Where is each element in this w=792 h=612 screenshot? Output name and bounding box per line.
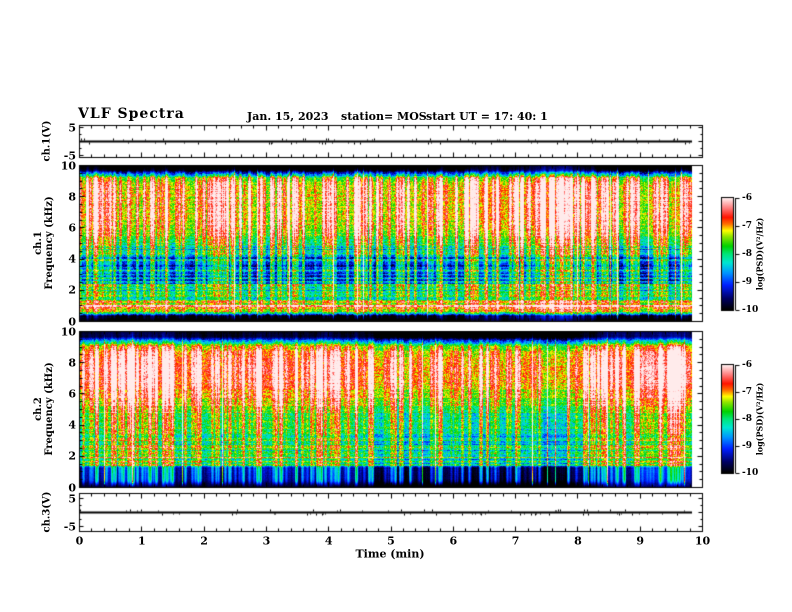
time-tick-label: 5	[387, 534, 395, 548]
colorbar2-tick-label: -10	[742, 468, 759, 478]
time-tick-label: 10	[694, 534, 711, 548]
time-tick-label: 9	[636, 534, 645, 548]
ch2-freq-tick-label: 6	[68, 387, 76, 401]
ch2-axis-label-line2: Frequency (kHz)	[44, 362, 55, 456]
time-tick-label: 8	[574, 534, 582, 548]
time-axis-title: Time (min)	[355, 547, 425, 561]
ch2-frequency-axis-label: ch.2 Frequency (kHz)	[33, 362, 55, 455]
ch1-axis-label-line1: ch.1	[33, 231, 44, 255]
colorbar1-tick-label: -10	[742, 305, 759, 315]
colorbar2-tick-label: -8	[742, 414, 752, 424]
ch2-freq-tick-label: 8	[68, 356, 76, 370]
header-station: station= MOS	[341, 110, 427, 123]
header-start-ut: start UT = 17: 40: 1	[426, 110, 548, 123]
vlf-spectra-figure: VLF Spectra Jan. 15, 2023 station= MOS s…	[0, 0, 792, 612]
time-tick-label: 2	[200, 534, 208, 548]
ch1-axis-label-line2: Frequency (kHz)	[44, 196, 55, 290]
ch2-freq-tick-label: 2	[68, 449, 76, 463]
colorbar1-label: log(PSD)(V²/Hz)	[754, 217, 765, 291]
ch1-volt-tick-label: 5	[68, 121, 76, 134]
ch3-volt-tick-label: 5	[68, 492, 76, 505]
ch2-axis-label-line1: ch.2	[33, 397, 44, 421]
ch1-frequency-axis-label: ch.1 Frequency (kHz)	[33, 196, 55, 289]
header-date: Jan. 15, 2023	[247, 110, 329, 123]
colorbar2-tick-label: -7	[742, 387, 752, 397]
time-tick-label: 3	[262, 534, 271, 548]
colorbar2-label: log(PSD)(V²/Hz)	[754, 382, 765, 456]
ch1-volt-tick-label: -5	[63, 149, 76, 162]
page-title: VLF Spectra	[78, 106, 185, 122]
ch2-freq-tick-label: 10	[60, 325, 76, 338]
ch3-volt-tick-label: -5	[63, 520, 76, 533]
ch1-freq-tick-label: 2	[68, 283, 76, 297]
colorbar1-tick-label: -9	[742, 277, 752, 287]
ch1-voltage-axis-label: ch.1(V)	[41, 120, 53, 162]
ch1-freq-tick-label: 4	[68, 252, 76, 266]
time-tick-label: 6	[449, 534, 458, 548]
colorbar1-tick-label: -6	[742, 193, 752, 203]
spectra-plot-canvas	[0, 0, 792, 612]
ch3-voltage-axis-label: ch.3(V)	[41, 491, 53, 533]
ch2-freq-tick-label: 4	[68, 418, 76, 432]
time-tick-label: 0	[75, 534, 84, 548]
colorbar2-tick-label: -9	[742, 441, 752, 451]
time-tick-label: 7	[511, 534, 520, 548]
ch1-freq-tick-label: 8	[68, 190, 76, 204]
time-tick-label: 1	[137, 534, 146, 548]
ch1-freq-tick-label: 6	[68, 221, 76, 235]
time-tick-label: 4	[324, 534, 333, 548]
colorbar1-tick-label: -7	[742, 221, 752, 231]
colorbar2-tick-label: -6	[742, 360, 752, 370]
colorbar1-tick-label: -8	[742, 249, 752, 259]
